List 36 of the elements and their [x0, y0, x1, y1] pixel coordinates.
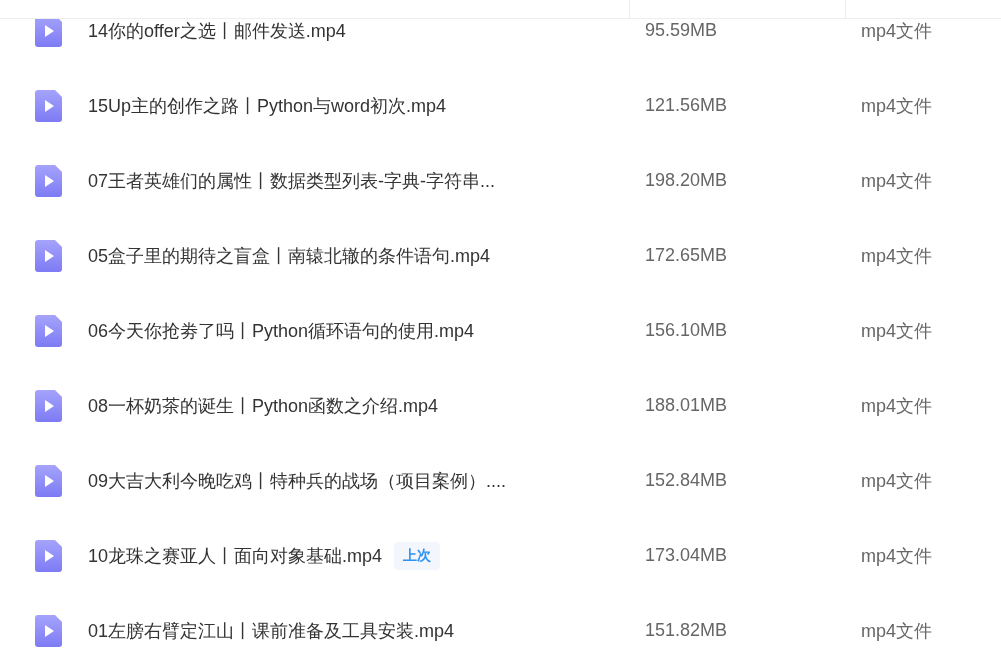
video-file-icon [35, 89, 62, 122]
file-size: 151.82MB [645, 620, 729, 641]
file-name[interactable]: 05盒子里的期待之盲盒丨南辕北辙的条件语句.mp4 [88, 243, 491, 268]
file-name[interactable]: 06今天你抢劵了吗丨Python循环语句的使用.mp4 [88, 318, 475, 343]
video-file-icon [35, 539, 62, 572]
video-file-icon [35, 614, 62, 647]
file-type: mp4文件 [861, 469, 932, 493]
file-size: 121.56MB [645, 95, 729, 116]
file-type: mp4文件 [861, 619, 932, 643]
file-type: mp4文件 [861, 19, 932, 43]
file-name[interactable]: 08一杯奶茶的诞生丨Python函数之介绍.mp4 [88, 393, 439, 418]
video-file-icon [35, 164, 62, 197]
file-name[interactable]: 14你的offer之选丨邮件发送.mp4 [88, 19, 346, 43]
file-type: mp4文件 [861, 394, 932, 418]
file-size: 152.84MB [645, 470, 729, 491]
file-size: 172.65MB [645, 245, 729, 266]
video-file-icon [35, 239, 62, 272]
file-size: 173.04MB [645, 545, 729, 566]
file-size: 95.59MB [645, 20, 719, 41]
file-size: 156.10MB [645, 320, 729, 341]
video-file-icon [35, 464, 62, 497]
file-name[interactable]: 07王者英雄们的属性丨数据类型列表-字典-字符串... [88, 168, 495, 193]
file-size: 188.01MB [645, 395, 729, 416]
file-type: mp4文件 [861, 169, 932, 193]
file-size: 198.20MB [645, 170, 729, 191]
file-type: mp4文件 [861, 319, 932, 343]
file-name[interactable]: 15Up主的创作之路丨Python与word初次.mp4 [88, 93, 447, 118]
file-type: mp4文件 [861, 544, 932, 568]
last-played-tag: 上次 [394, 541, 441, 570]
file-type: mp4文件 [861, 244, 932, 268]
video-file-icon [35, 314, 62, 347]
file-name[interactable]: 10龙珠之赛亚人丨面向对象基础.mp4 [88, 543, 383, 568]
file-name[interactable]: 09大吉大利今晚吃鸡丨特种兵的战场（项目案例）.... [88, 468, 507, 493]
video-file-icon [35, 389, 62, 422]
file-name[interactable]: 01左膀右臂定江山丨课前准备及工具安装.mp4 [88, 618, 455, 643]
file-type: mp4文件 [861, 94, 932, 118]
